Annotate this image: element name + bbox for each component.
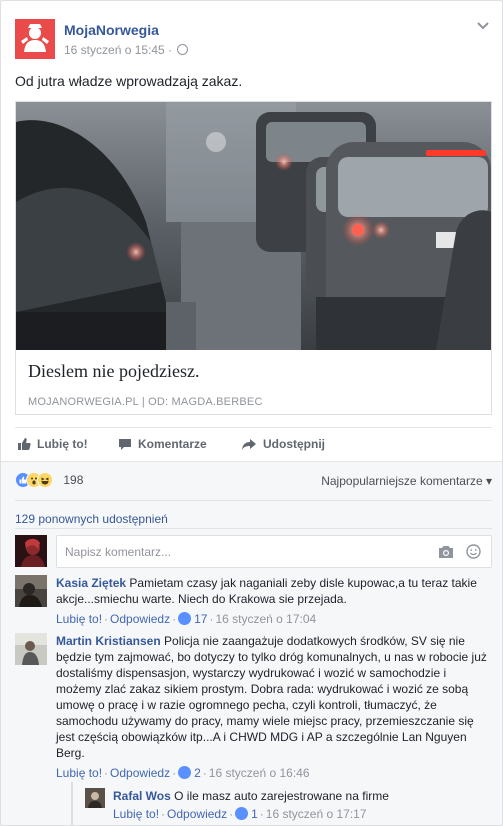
haha-icon [37,472,53,488]
comment-composer [15,535,492,569]
comment: Martin Kristiansen Policja nie zaangażuj… [15,633,492,781]
comment-text: O ile masz auto zarejestrowane na firme [174,789,389,803]
comment-time[interactable]: 16 styczeń o 17:04 [215,612,316,626]
comment-actions: Lubię to! · Odpowiedz · 17 · 16 styczeń o 17:0… [56,612,317,626]
avatar[interactable] [15,575,47,607]
comment-author[interactable]: Kasia Ziętek [56,576,126,590]
comment-like-count[interactable]: 1 [251,807,258,821]
avatar[interactable] [15,633,47,665]
comment-sort-dropdown[interactable]: Najpopularniejsze komentarze ▾ [321,474,492,488]
link-source: MOJANORWEGIA.PL | OD: MAGDA.BERBEC [28,396,263,408]
comment-like-button[interactable]: Lubię to! [113,807,159,821]
comment: Kasia Ziętek Pamietam czasy jak naganial… [15,575,492,627]
comment-actions: Lubię to! · Odpowiedz · 2 · 16 styczeń o 16:46 [56,766,310,780]
comment-text: Policja nie zaangażuje dodatkowych środk… [56,634,487,760]
post-actions: Lubię to! Komentarze Udostępnij [15,427,492,461]
share-arrow-icon [242,439,256,450]
divider [15,500,492,501]
comment-input[interactable] [56,535,492,568]
comment-reply-button[interactable]: Odpowiedz [167,807,227,821]
comment-author[interactable]: Martin Kristiansen [56,634,161,648]
post-header: MojaNorwegia 16 styczeń o 15:45 · [15,19,492,61]
post-text: Od jutra władze wprowadzają zakaz. [15,73,243,89]
post-timestamp[interactable]: 16 styczeń o 15:45 [64,43,165,57]
link-preview-image [16,102,491,350]
like-icon [178,766,192,779]
link-title: Dieslem nie pojedziesz. [28,361,200,381]
comment-actions: Lubię to! · Odpowiedz · 1 · 16 styczeń o 17:17 [113,807,367,821]
comment-like-count[interactable]: 2 [194,766,201,780]
reactions-summary[interactable]: 198 [15,472,83,490]
shares-link[interactable]: 129 ponownych udostępnień [15,512,168,526]
comment-reply-button[interactable]: Odpowiedz [110,612,170,626]
share-button[interactable]: Udostępnij [241,437,325,451]
comment-like-count[interactable]: 17 [194,612,207,626]
link-preview[interactable]: Dieslem nie pojedziesz. MOJANORWEGIA.PL … [15,101,492,415]
comment-reply: Rafal Wos O ile masz auto zarejestrowane… [71,782,492,825]
comment-body: Martin Kristiansen Policja nie zaangażuj… [56,633,492,781]
divider [15,528,492,529]
chevron-down-icon[interactable] [474,19,492,33]
share-label: Udostępnij [263,437,325,451]
emoji-icon[interactable] [466,544,481,559]
like-label: Lubię to! [37,437,88,451]
thumb-up-icon [18,438,31,450]
comment-time[interactable]: 16 styczeń o 16:46 [209,766,310,780]
comment-like-button[interactable]: Lubię to! [56,766,102,780]
comment-reply-button[interactable]: Odpowiedz [110,766,170,780]
page-avatar[interactable] [15,19,55,59]
comment-time[interactable]: 16 styczeń o 17:17 [266,807,367,821]
like-icon [235,807,249,820]
avatar[interactable] [85,788,105,808]
meta-separator: · [168,43,173,57]
avatar[interactable] [15,535,47,567]
comment-like-button[interactable]: Lubię to! [56,612,102,626]
comment-author[interactable]: Rafal Wos [113,789,171,803]
comment-body: Rafal Wos O ile masz auto zarejestrowane… [113,788,492,822]
comment-button[interactable]: Komentarze [118,437,207,451]
camera-icon[interactable] [438,545,454,559]
speech-bubble-icon [119,439,131,450]
comment-body: Kasia Ziętek Pamietam czasy jak naganial… [56,575,492,627]
page-name[interactable]: MojaNorwegia [64,22,159,38]
page-logo-icon [15,19,55,59]
post-card: MojaNorwegia 16 styczeń o 15:45 · Od jut… [0,0,503,826]
reaction-count: 198 [63,473,84,487]
public-globe-icon [177,44,189,55]
post-meta: 16 styczeń o 15:45 · [64,43,189,57]
comment-label: Komentarze [138,437,207,451]
like-button[interactable]: Lubię to! [17,437,88,451]
like-icon [178,612,192,625]
